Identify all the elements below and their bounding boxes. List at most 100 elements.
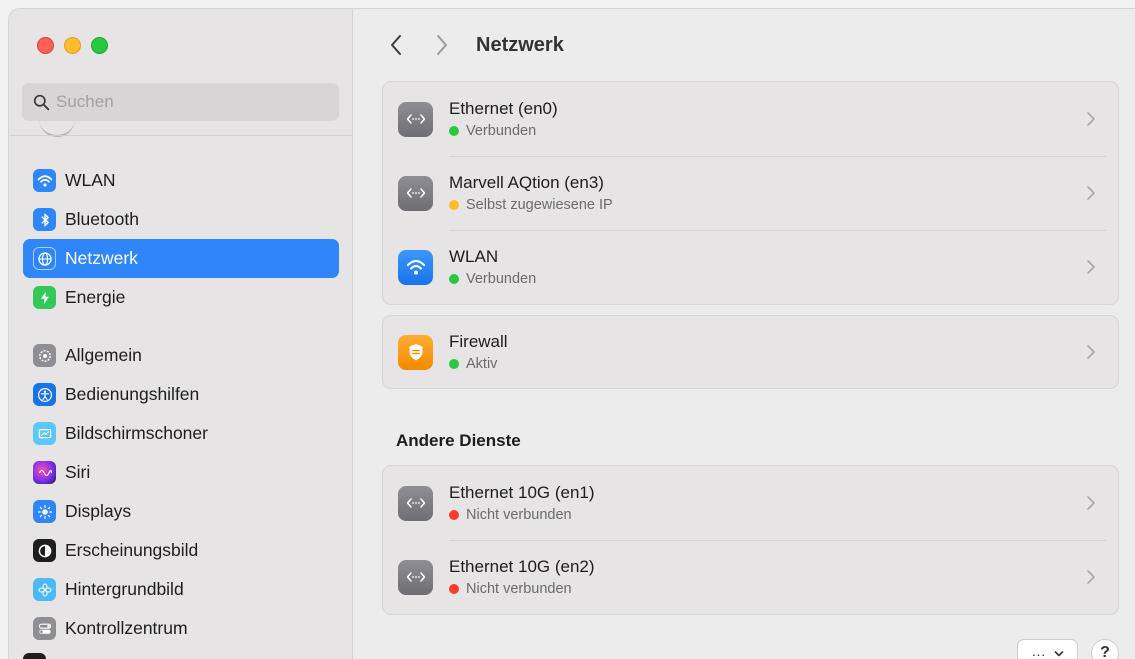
minimize-button[interactable] bbox=[64, 37, 81, 54]
close-button[interactable] bbox=[37, 37, 54, 54]
wifi-icon bbox=[33, 169, 56, 192]
chevron-down-icon bbox=[1054, 651, 1063, 657]
sidebar-item-allgemein[interactable]: Allgemein bbox=[23, 336, 339, 375]
sidebar-item-hintergrundbild[interactable]: Hintergrundbild bbox=[23, 570, 339, 609]
section-title-other-services: Andere Dienste bbox=[396, 431, 521, 450]
service-row-ethernet-en2[interactable]: Ethernet 10G (en2) Nicht verbunden bbox=[383, 540, 1118, 614]
chevron-left-icon bbox=[391, 35, 401, 55]
sidebar-item-bildschirmschoner[interactable]: Bildschirmschoner bbox=[23, 414, 339, 453]
sidebar-item-bedienungshilfen[interactable]: Bedienungshilfen bbox=[23, 375, 339, 414]
globe-icon bbox=[33, 247, 56, 270]
sidebar-item-label: Hintergrundbild bbox=[65, 579, 184, 599]
other-services-group: Ethernet 10G (en1) Nicht verbunden Ether… bbox=[382, 465, 1119, 615]
chevron-right-icon bbox=[1087, 570, 1095, 584]
chevron-right-icon bbox=[1087, 496, 1095, 510]
settings-window: WLAN Bluetooth Netzwerk Energie bbox=[8, 8, 1135, 659]
sidebar-item-siri[interactable]: Siri bbox=[23, 453, 339, 492]
sidebar-item-energie[interactable]: Energie bbox=[23, 278, 339, 317]
more-actions-button[interactable]: ··· bbox=[1017, 639, 1078, 659]
service-name: Ethernet 10G (en1) bbox=[449, 483, 595, 502]
search-icon bbox=[33, 94, 50, 110]
status-dot bbox=[449, 359, 459, 369]
chevron-right-icon bbox=[1087, 260, 1095, 274]
chevron-right-icon bbox=[1087, 345, 1095, 359]
sidebar-item-label: Bildschirmschoner bbox=[65, 423, 208, 443]
status-text: Nicht verbunden bbox=[466, 507, 572, 523]
main-panel: Netzwerk Ethernet (en0) Verbunden Marvel… bbox=[354, 9, 1135, 659]
gear-icon bbox=[33, 344, 56, 367]
sidebar-item-label: Displays bbox=[65, 501, 132, 521]
chevron-right-icon bbox=[1087, 112, 1095, 126]
toolbar: Netzwerk bbox=[354, 9, 1135, 81]
status-badge: Verbunden bbox=[449, 271, 536, 287]
status-dot bbox=[449, 274, 459, 284]
status-text: Aktiv bbox=[466, 356, 498, 372]
page-title: Netzwerk bbox=[476, 33, 564, 56]
ethernet-icon bbox=[398, 101, 433, 137]
service-name: Ethernet 10G (en2) bbox=[449, 557, 595, 576]
zoom-button[interactable] bbox=[91, 37, 108, 54]
status-badge: Nicht verbunden bbox=[449, 581, 595, 597]
service-row-wlan[interactable]: WLAN Verbunden bbox=[383, 230, 1118, 304]
sidebar-item-label: Bedienungshilfen bbox=[65, 384, 200, 404]
sidebar-item-wlan[interactable]: WLAN bbox=[23, 161, 339, 200]
help-label: ? bbox=[1100, 644, 1110, 659]
service-name: Ethernet (en0) bbox=[449, 99, 558, 118]
services-group: Ethernet (en0) Verbunden Marvell AQtion … bbox=[382, 81, 1119, 305]
sidebar-item-label: Netzwerk bbox=[65, 248, 138, 268]
search-input[interactable] bbox=[56, 92, 316, 112]
sidebar-item-label: Siri bbox=[65, 462, 91, 482]
ethernet-icon bbox=[398, 175, 433, 211]
forward-button[interactable] bbox=[430, 31, 454, 59]
status-text: Nicht verbunden bbox=[466, 581, 572, 597]
status-badge: Nicht verbunden bbox=[449, 507, 595, 523]
status-badge: Verbunden bbox=[449, 123, 558, 139]
firewall-icon bbox=[398, 334, 433, 370]
sidebar-item-label: Erscheinungsbild bbox=[65, 540, 199, 560]
sidebar-divider bbox=[9, 135, 353, 136]
sidebar-item-label: Bluetooth bbox=[65, 209, 139, 229]
status-badge: Aktiv bbox=[449, 356, 508, 372]
bolt-icon bbox=[33, 286, 56, 309]
sidebar-item-kontrollzentrum[interactable]: Kontrollzentrum bbox=[23, 609, 339, 648]
status-dot bbox=[449, 584, 459, 594]
sidebar-item-label: Allgemein bbox=[65, 345, 142, 365]
sidebar-item-displays[interactable]: Displays bbox=[23, 492, 339, 531]
sidebar-item-peek-icon[interactable] bbox=[23, 653, 46, 659]
back-button[interactable] bbox=[384, 31, 408, 59]
status-text: Verbunden bbox=[466, 123, 537, 139]
avatar[interactable] bbox=[39, 113, 75, 137]
sidebar-item-label: Kontrollzentrum bbox=[65, 618, 188, 638]
service-row-ethernet-en1[interactable]: Ethernet 10G (en1) Nicht verbunden bbox=[383, 466, 1118, 540]
service-name: Firewall bbox=[449, 332, 508, 351]
traffic-lights bbox=[37, 37, 108, 54]
status-dot bbox=[449, 200, 459, 210]
sun-icon bbox=[33, 500, 56, 523]
status-badge: Selbst zugewiesene IP bbox=[449, 197, 613, 213]
chevron-right-icon bbox=[1087, 186, 1095, 200]
sidebar-item-label: Energie bbox=[65, 287, 126, 307]
sidebar-item-erscheinungsbild[interactable]: Erscheinungsbild bbox=[23, 531, 339, 570]
wifi-icon bbox=[398, 249, 433, 285]
status-text: Verbunden bbox=[466, 271, 537, 287]
service-row-ethernet-en0[interactable]: Ethernet (en0) Verbunden bbox=[383, 82, 1118, 156]
accessibility-icon bbox=[33, 383, 56, 406]
service-row-firewall[interactable]: Firewall Aktiv bbox=[383, 316, 1118, 388]
flower-icon bbox=[33, 578, 56, 601]
toggles-icon bbox=[33, 617, 56, 640]
ethernet-icon bbox=[398, 559, 433, 595]
more-actions-label: ··· bbox=[1031, 646, 1046, 659]
bluetooth-icon bbox=[33, 208, 56, 231]
service-name: Marvell AQtion (en3) bbox=[449, 173, 604, 192]
chevron-right-icon bbox=[437, 35, 447, 55]
service-row-marvell-en3[interactable]: Marvell AQtion (en3) Selbst zugewiesene … bbox=[383, 156, 1118, 230]
sidebar-item-netzwerk[interactable]: Netzwerk bbox=[23, 239, 339, 278]
ethernet-icon bbox=[398, 485, 433, 521]
status-text: Selbst zugewiesene IP bbox=[466, 197, 613, 213]
siri-icon bbox=[33, 461, 56, 484]
help-button[interactable]: ? bbox=[1091, 639, 1119, 659]
appearance-icon bbox=[33, 539, 56, 562]
sidebar-item-label: WLAN bbox=[65, 170, 116, 190]
screensaver-icon bbox=[33, 422, 56, 445]
sidebar-item-bluetooth[interactable]: Bluetooth bbox=[23, 200, 339, 239]
